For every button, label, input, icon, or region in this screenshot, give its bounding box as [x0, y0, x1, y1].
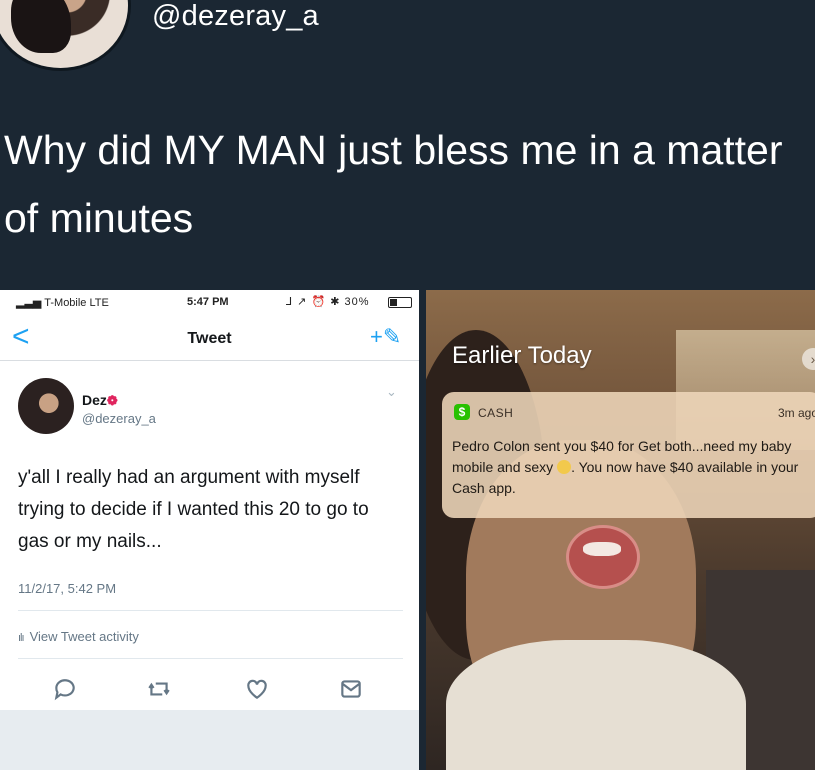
divider — [18, 610, 403, 611]
notification-photo: Earlier Today › $ CASH 3m ago Pedro Colo… — [426, 290, 815, 770]
divider — [18, 658, 403, 659]
rose-emoji-icon: ❁ — [106, 393, 118, 408]
reply-icon[interactable] — [52, 676, 78, 702]
notification-time: 3m ago — [778, 406, 815, 420]
retweet-icon[interactable] — [146, 676, 172, 702]
page-title: Tweet — [187, 330, 232, 347]
cash-app-notification[interactable]: $ CASH 3m ago Pedro Colon sent you $40 f… — [442, 392, 815, 518]
tweet-body: y'all I really had an argument with myse… — [18, 467, 369, 552]
notification-body: Pedro Colon sent you $40 for Get both...… — [452, 438, 799, 496]
notification-app-name: CASH — [478, 406, 514, 420]
battery-percent: 30% — [344, 296, 370, 308]
tweet-screenshot: ▂▃▅ T-Mobile LTE 5:47 PM ⅃ ↗ ⏰ ✱ 30% < T… — [0, 290, 419, 770]
tweet-author-handle[interactable]: @dezeray_a — [82, 411, 156, 426]
tweet-avatar[interactable] — [18, 378, 74, 434]
tweet-author-name[interactable]: Dez❁ — [82, 392, 118, 409]
tweet-text: Why did MY MAN just bless me in a matter… — [4, 127, 783, 241]
notification-section-header: Earlier Today — [452, 342, 592, 369]
view-tweet-activity-link[interactable]: ılı View Tweet activity — [18, 629, 139, 644]
direct-message-icon[interactable] — [338, 676, 364, 702]
user-handle[interactable]: @dezeray_a — [152, 0, 319, 33]
tweet-timestamp: 11/2/17, 5:42 PM — [18, 581, 117, 596]
avatar-hair — [11, 0, 71, 53]
like-icon[interactable] — [244, 676, 270, 702]
kiss-emoji-icon — [557, 460, 572, 474]
child-mouth — [566, 525, 640, 589]
child-shirt — [446, 640, 746, 770]
cash-app-icon: $ — [454, 404, 470, 420]
chevron-down-icon[interactable]: ⌄ — [386, 384, 397, 400]
status-bar: ▂▃▅ T-Mobile LTE 5:47 PM ⅃ ↗ ⏰ ✱ 30% — [0, 290, 419, 314]
avatar[interactable] — [0, 0, 131, 71]
nav-bar: < Tweet +✎ — [0, 314, 419, 361]
analytics-icon: ılı — [18, 632, 24, 644]
compose-icon[interactable]: +✎ — [370, 324, 401, 350]
phone-footer — [0, 710, 419, 770]
status-icons: ⅃ ↗ ⏰ ✱ 30% — [286, 295, 370, 308]
signal-icon: ▂▃▅ — [16, 297, 42, 309]
carrier-label: ▂▃▅ T-Mobile LTE — [16, 297, 109, 309]
tweet-actions — [0, 670, 419, 710]
battery-icon — [388, 297, 412, 308]
status-misc-icons: ⅃ ↗ ⏰ ✱ — [286, 296, 341, 308]
status-time: 5:47 PM — [187, 296, 229, 308]
